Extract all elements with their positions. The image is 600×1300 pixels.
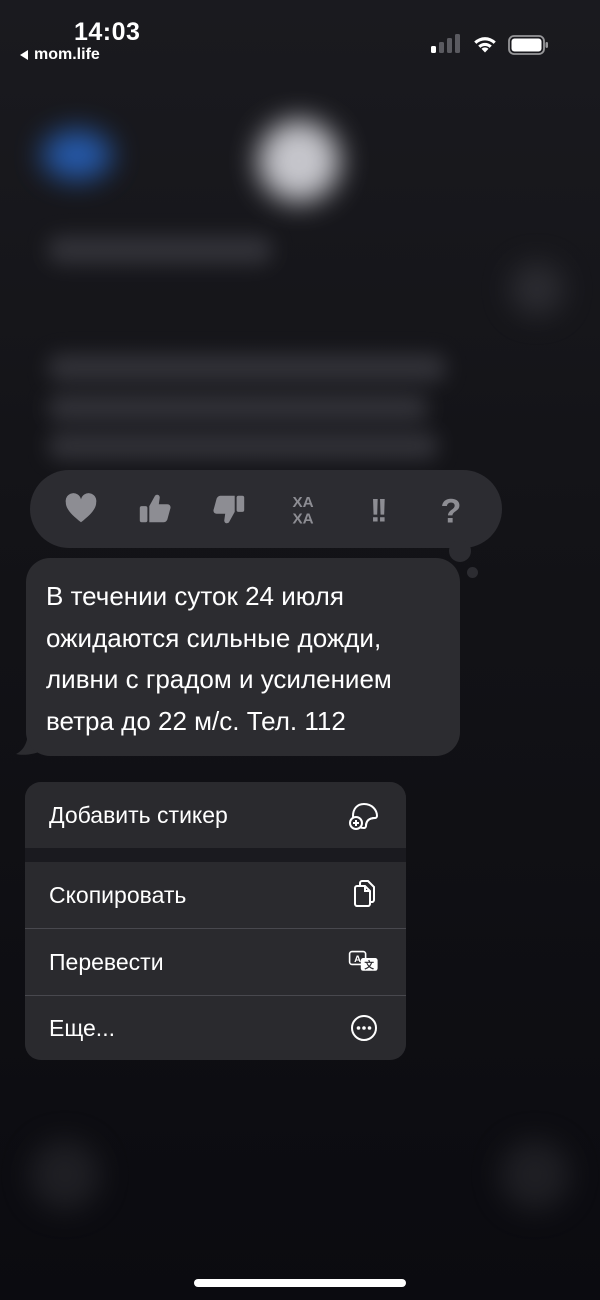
- copy-icon: [348, 879, 380, 911]
- back-to-app-link[interactable]: mom.life: [20, 46, 100, 64]
- blurred-avatar: [258, 120, 340, 202]
- reaction-bar-tail: [449, 540, 471, 562]
- menu-item-add-sticker[interactable]: Добавить стикер: [25, 782, 406, 848]
- wifi-icon: [474, 37, 496, 53]
- thumbs-up-icon: [139, 494, 171, 523]
- haha-bottom-text: ХА: [292, 510, 313, 527]
- message-bubble[interactable]: В течении суток 24 июля ожидаются сильны…: [26, 558, 460, 756]
- menu-item-copy[interactable]: Скопировать: [25, 862, 406, 928]
- battery-icon: [508, 35, 548, 55]
- heart-icon: [65, 493, 97, 523]
- status-time: 14:03: [74, 18, 141, 46]
- add-sticker-icon: [348, 799, 380, 831]
- signal-icon: [431, 34, 460, 53]
- more-icon: [348, 1012, 380, 1044]
- back-arrow-icon: [20, 50, 28, 60]
- haha-icon: ХА ХА: [292, 494, 313, 527]
- message-line: ожидаются сильные дожди,: [46, 622, 382, 653]
- menu-item-label: Добавить стикер: [49, 801, 228, 828]
- reaction-haha[interactable]: ХА ХА: [278, 484, 328, 534]
- menu-group-separator: [25, 848, 406, 862]
- message-line: ветра до 22 м/с. Тел. 112: [46, 705, 346, 736]
- blurred-text-line: [48, 354, 446, 382]
- exclamation-text: !!: [370, 492, 385, 528]
- reaction-heart[interactable]: [56, 484, 106, 534]
- translate-icon: A 文: [348, 946, 380, 978]
- reaction-thumbs-down[interactable]: [204, 484, 254, 534]
- menu-item-label: Скопировать: [49, 881, 187, 908]
- svg-text:文: 文: [363, 959, 374, 971]
- message-line: ливни с градом и усилением: [46, 664, 392, 694]
- menu-item-label: Перевести: [49, 948, 164, 975]
- blurred-shape: [30, 1140, 100, 1210]
- message-line: В течении суток 24 июля: [46, 581, 344, 611]
- reaction-thumbs-up[interactable]: [130, 484, 180, 534]
- message-text: В течении суток 24 июля ожидаются сильны…: [46, 576, 440, 742]
- menu-item-translate[interactable]: Перевести A 文: [25, 929, 406, 995]
- blurred-shape: [500, 1140, 570, 1210]
- double-exclamation-icon: !!: [370, 492, 389, 528]
- blurred-text-line: [48, 432, 438, 460]
- menu-item-label: Еще...: [49, 1014, 115, 1041]
- reaction-bar-tail: [467, 567, 478, 578]
- back-app-label: mom.life: [34, 46, 100, 63]
- reaction-exclamation[interactable]: !!: [352, 484, 402, 534]
- reaction-question[interactable]: ?: [426, 484, 476, 534]
- haha-top-text: ХА: [292, 494, 313, 511]
- question-text: ?: [441, 492, 462, 528]
- thumbs-down-icon: [213, 495, 245, 524]
- context-menu: Добавить стикер Скопировать Перевести A …: [25, 782, 406, 1060]
- reaction-bar: ХА ХА !! ?: [30, 470, 502, 548]
- home-indicator[interactable]: [194, 1279, 406, 1287]
- menu-item-more[interactable]: Еще...: [25, 996, 406, 1060]
- blurred-blue-shape: [42, 130, 112, 180]
- blurred-text-line: [48, 236, 272, 264]
- svg-text:A: A: [354, 954, 361, 965]
- blurred-button: [510, 262, 564, 316]
- blurred-text-line: [48, 394, 428, 422]
- question-icon: ?: [441, 492, 462, 528]
